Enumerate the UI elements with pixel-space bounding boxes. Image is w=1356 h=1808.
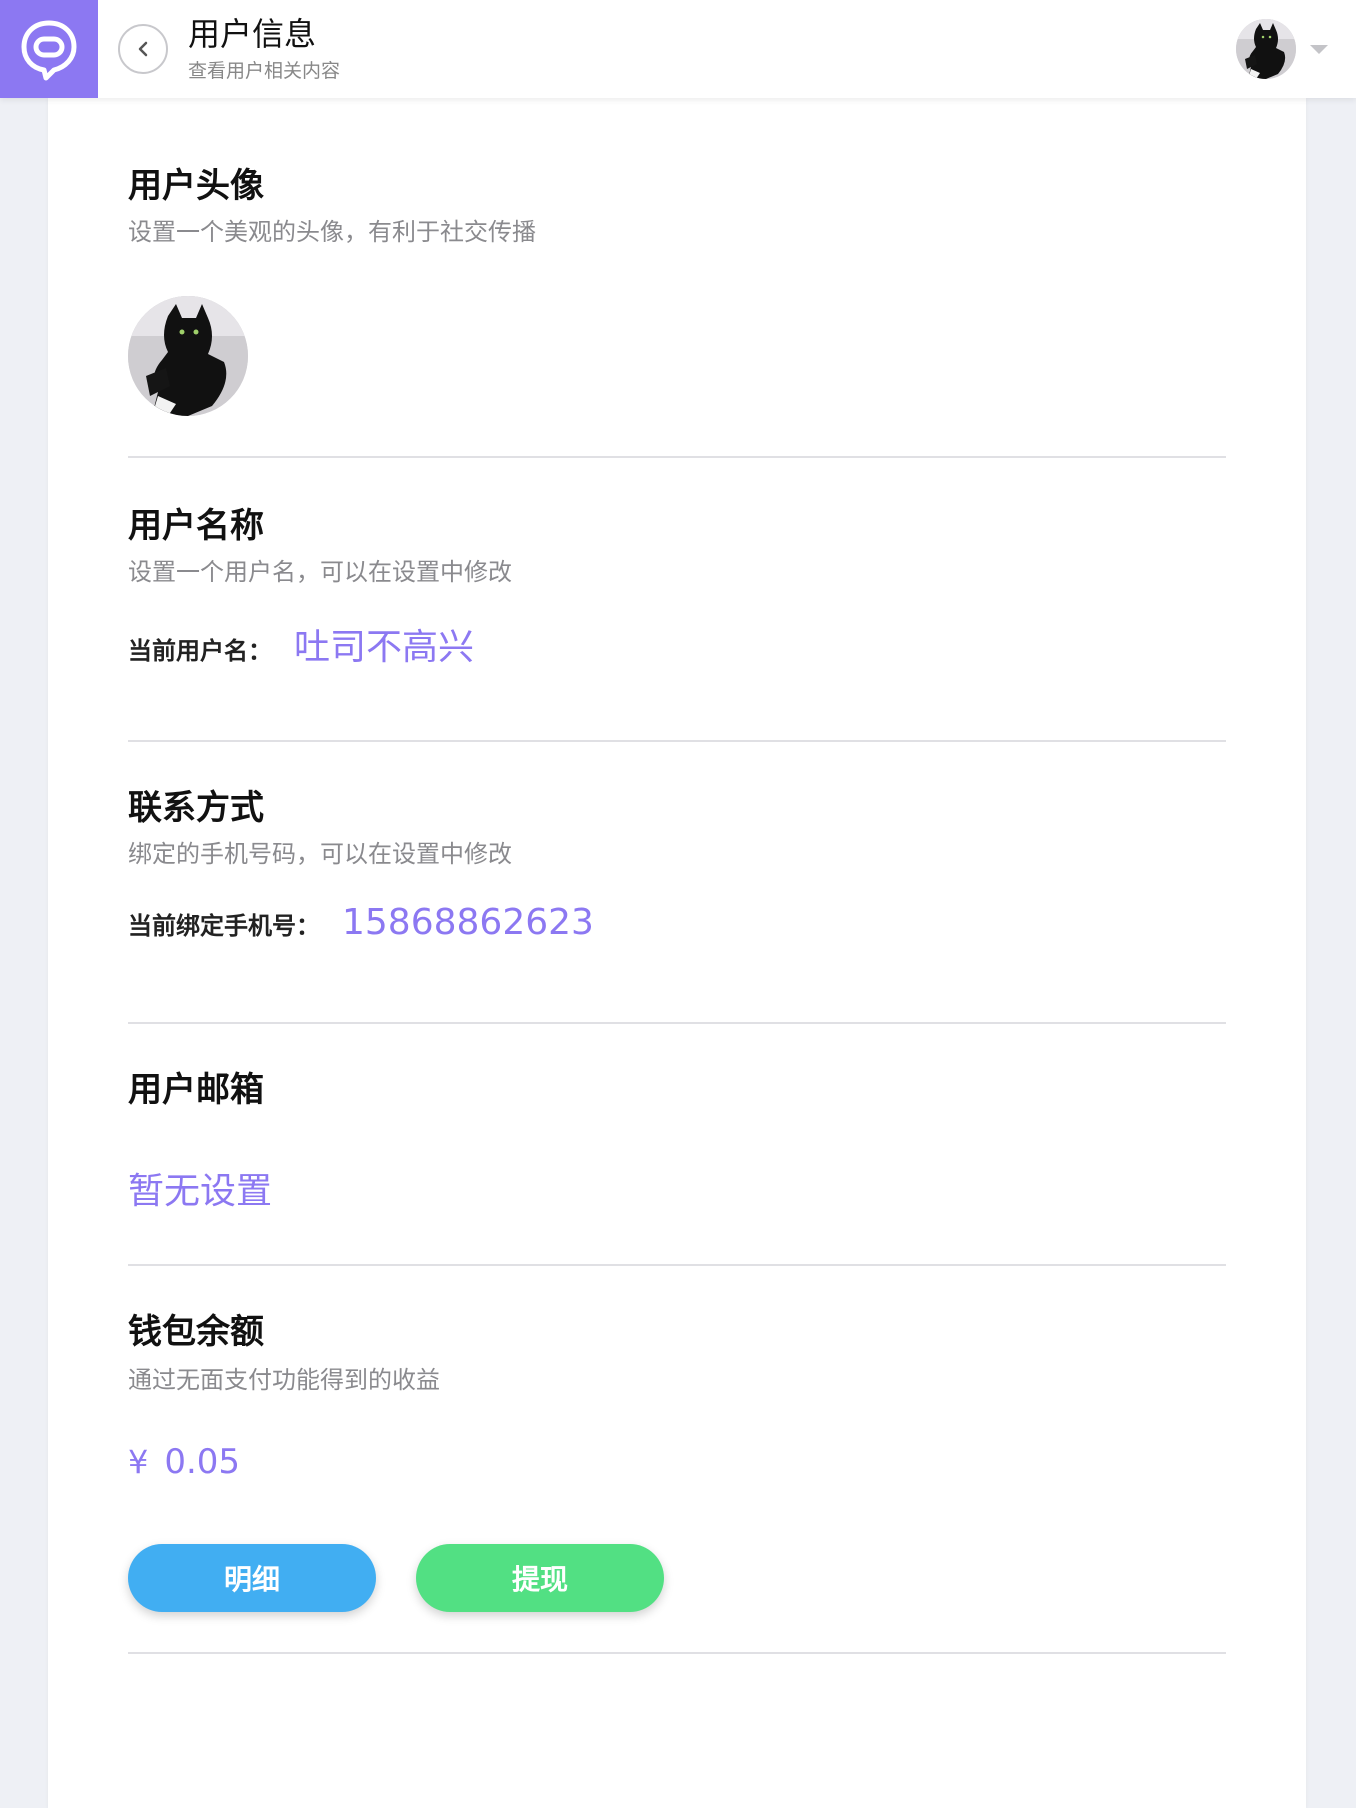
section-description: 设置一个用户名，可以在设置中修改 xyxy=(128,558,512,586)
email-value: 暂无设置 xyxy=(128,1171,273,1212)
currency-symbol: ¥ xyxy=(128,1443,149,1481)
phone-value: 15868862623 xyxy=(342,902,594,943)
cat-avatar-image xyxy=(128,296,248,416)
user-menu[interactable] xyxy=(1236,18,1336,80)
phone-label: 当前绑定手机号： xyxy=(128,912,320,940)
section-title: 联系方式 xyxy=(128,788,264,828)
section-description: 绑定的手机号码，可以在设置中修改 xyxy=(128,840,512,868)
top-bar: 用户信息 查看用户相关内容 xyxy=(0,0,1356,98)
avatar[interactable] xyxy=(128,296,248,416)
section-title: 用户邮箱 xyxy=(128,1070,264,1110)
section-title: 钱包余额 xyxy=(128,1312,264,1352)
section-title: 用户名称 xyxy=(128,506,264,546)
withdraw-button[interactable]: 提现 xyxy=(416,1544,664,1612)
cat-avatar-image xyxy=(1236,19,1296,79)
section-wallet: 钱包余额 通过无面支付功能得到的收益 ¥ 0.05 明细 提现 xyxy=(128,1266,1226,1654)
username-row: 当前用户名： 吐司不高兴 xyxy=(128,618,474,670)
details-button[interactable]: 明细 xyxy=(128,1544,376,1612)
section-description: 通过无面支付功能得到的收益 xyxy=(128,1366,440,1394)
page-subtitle: 查看用户相关内容 xyxy=(188,60,341,82)
section-contact: 联系方式 绑定的手机号码，可以在设置中修改 当前绑定手机号： 158688626… xyxy=(128,742,1226,1024)
balance-row: ¥ 0.05 xyxy=(128,1442,240,1482)
balance-value: 0.05 xyxy=(164,1442,241,1482)
app-logo[interactable] xyxy=(0,0,98,98)
caret-down-icon xyxy=(1310,44,1328,54)
chevron-left-icon xyxy=(138,41,148,57)
username-value: 吐司不高兴 xyxy=(294,627,475,668)
section-username: 用户名称 设置一个用户名，可以在设置中修改 当前用户名： 吐司不高兴 xyxy=(128,458,1226,742)
phone-row: 当前绑定手机号： 15868862623 xyxy=(128,902,594,943)
avatar[interactable] xyxy=(1236,19,1296,79)
section-avatar: 用户头像 设置一个美观的头像，有利于社交传播 xyxy=(128,164,1226,458)
chat-bubble-icon xyxy=(21,20,77,81)
section-description: 设置一个美观的头像，有利于社交传播 xyxy=(128,218,536,246)
section-email: 用户邮箱 暂无设置 xyxy=(128,1024,1226,1266)
back-button[interactable] xyxy=(118,24,168,74)
page-title: 用户信息 xyxy=(188,15,317,53)
section-title: 用户头像 xyxy=(128,166,264,206)
username-label: 当前用户名： xyxy=(128,637,272,665)
user-info-card: 用户头像 设置一个美观的头像，有利于社交传播 用户名称 设置一个用户名，可以在设… xyxy=(48,98,1306,1808)
